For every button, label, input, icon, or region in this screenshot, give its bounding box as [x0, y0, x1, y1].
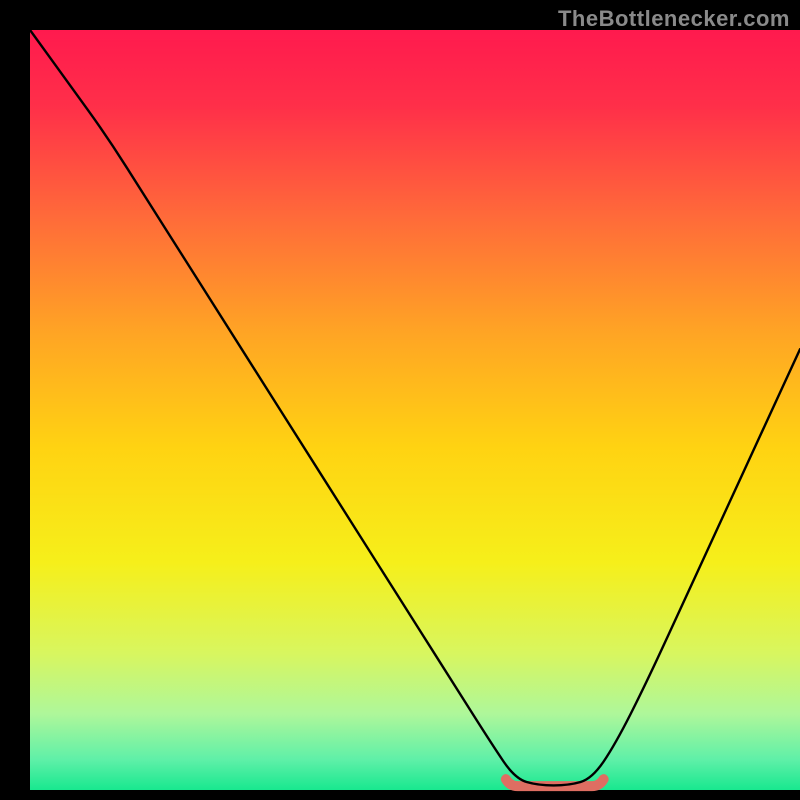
gradient-background — [30, 30, 800, 790]
watermark-text: TheBottlenecker.com — [558, 6, 790, 32]
bottleneck-chart — [0, 0, 800, 800]
chart-stage: TheBottlenecker.com — [0, 0, 800, 800]
